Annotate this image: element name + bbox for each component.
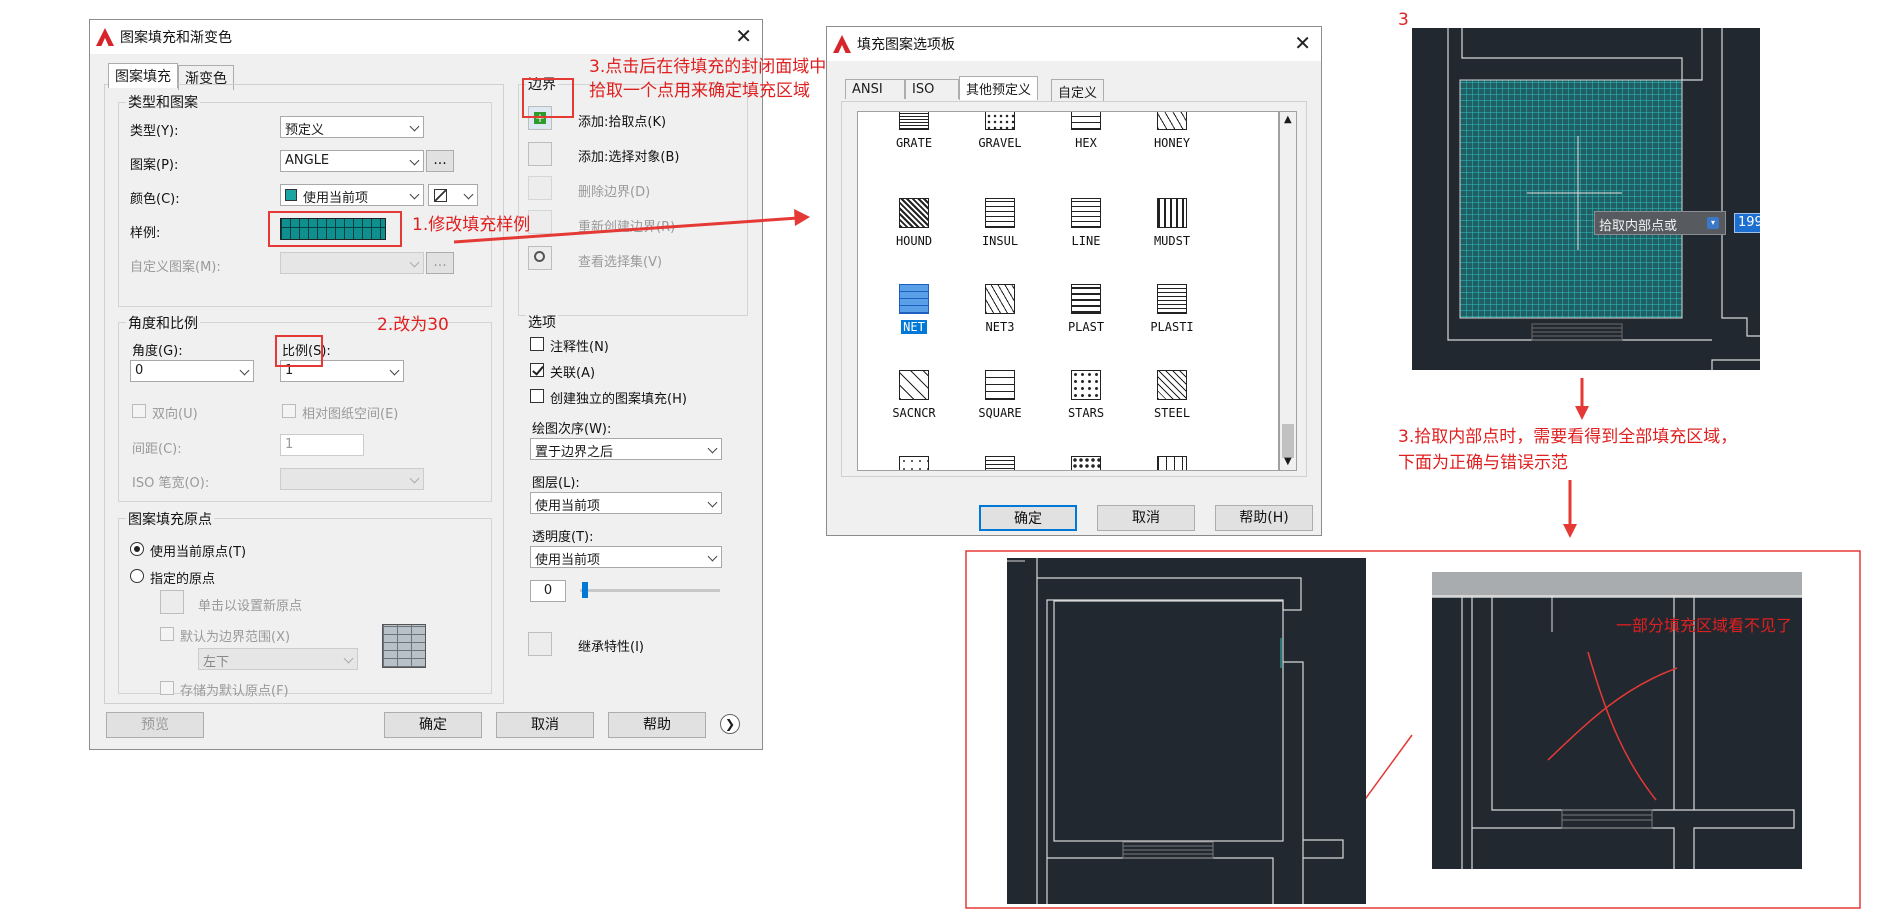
arrow-down-2 (1563, 480, 1577, 538)
tab-hatch[interactable]: 图案填充 (108, 63, 178, 88)
pick-point-tooltip-text: 拾取内部点或 (1599, 219, 1678, 234)
coordinate-input[interactable]: 199 (1734, 213, 1760, 233)
cad-viewport-picking[interactable]: 拾取内部点或 ▾ 199 (1412, 28, 1760, 370)
cad-drawing-correct (1007, 558, 1344, 904)
tab-other-predefined[interactable]: 其他预定义 (959, 76, 1039, 100)
wrong-cross-icon (1547, 651, 1678, 801)
arrow-to-palette (453, 209, 810, 244)
dropdown-icon[interactable]: ▾ (1707, 217, 1719, 229)
annotation-wrong-note: 一部分填充区域看不见了 (1616, 616, 1793, 635)
cad-example-wrong: 一部分填充区域看不见了 (1432, 572, 1802, 869)
cad-drawing-top (1447, 28, 1760, 370)
pick-point-tooltip: 拾取内部点或 ▾ (1594, 211, 1726, 235)
cad-example-correct (1007, 558, 1366, 904)
arrow-down-1 (1575, 378, 1589, 420)
